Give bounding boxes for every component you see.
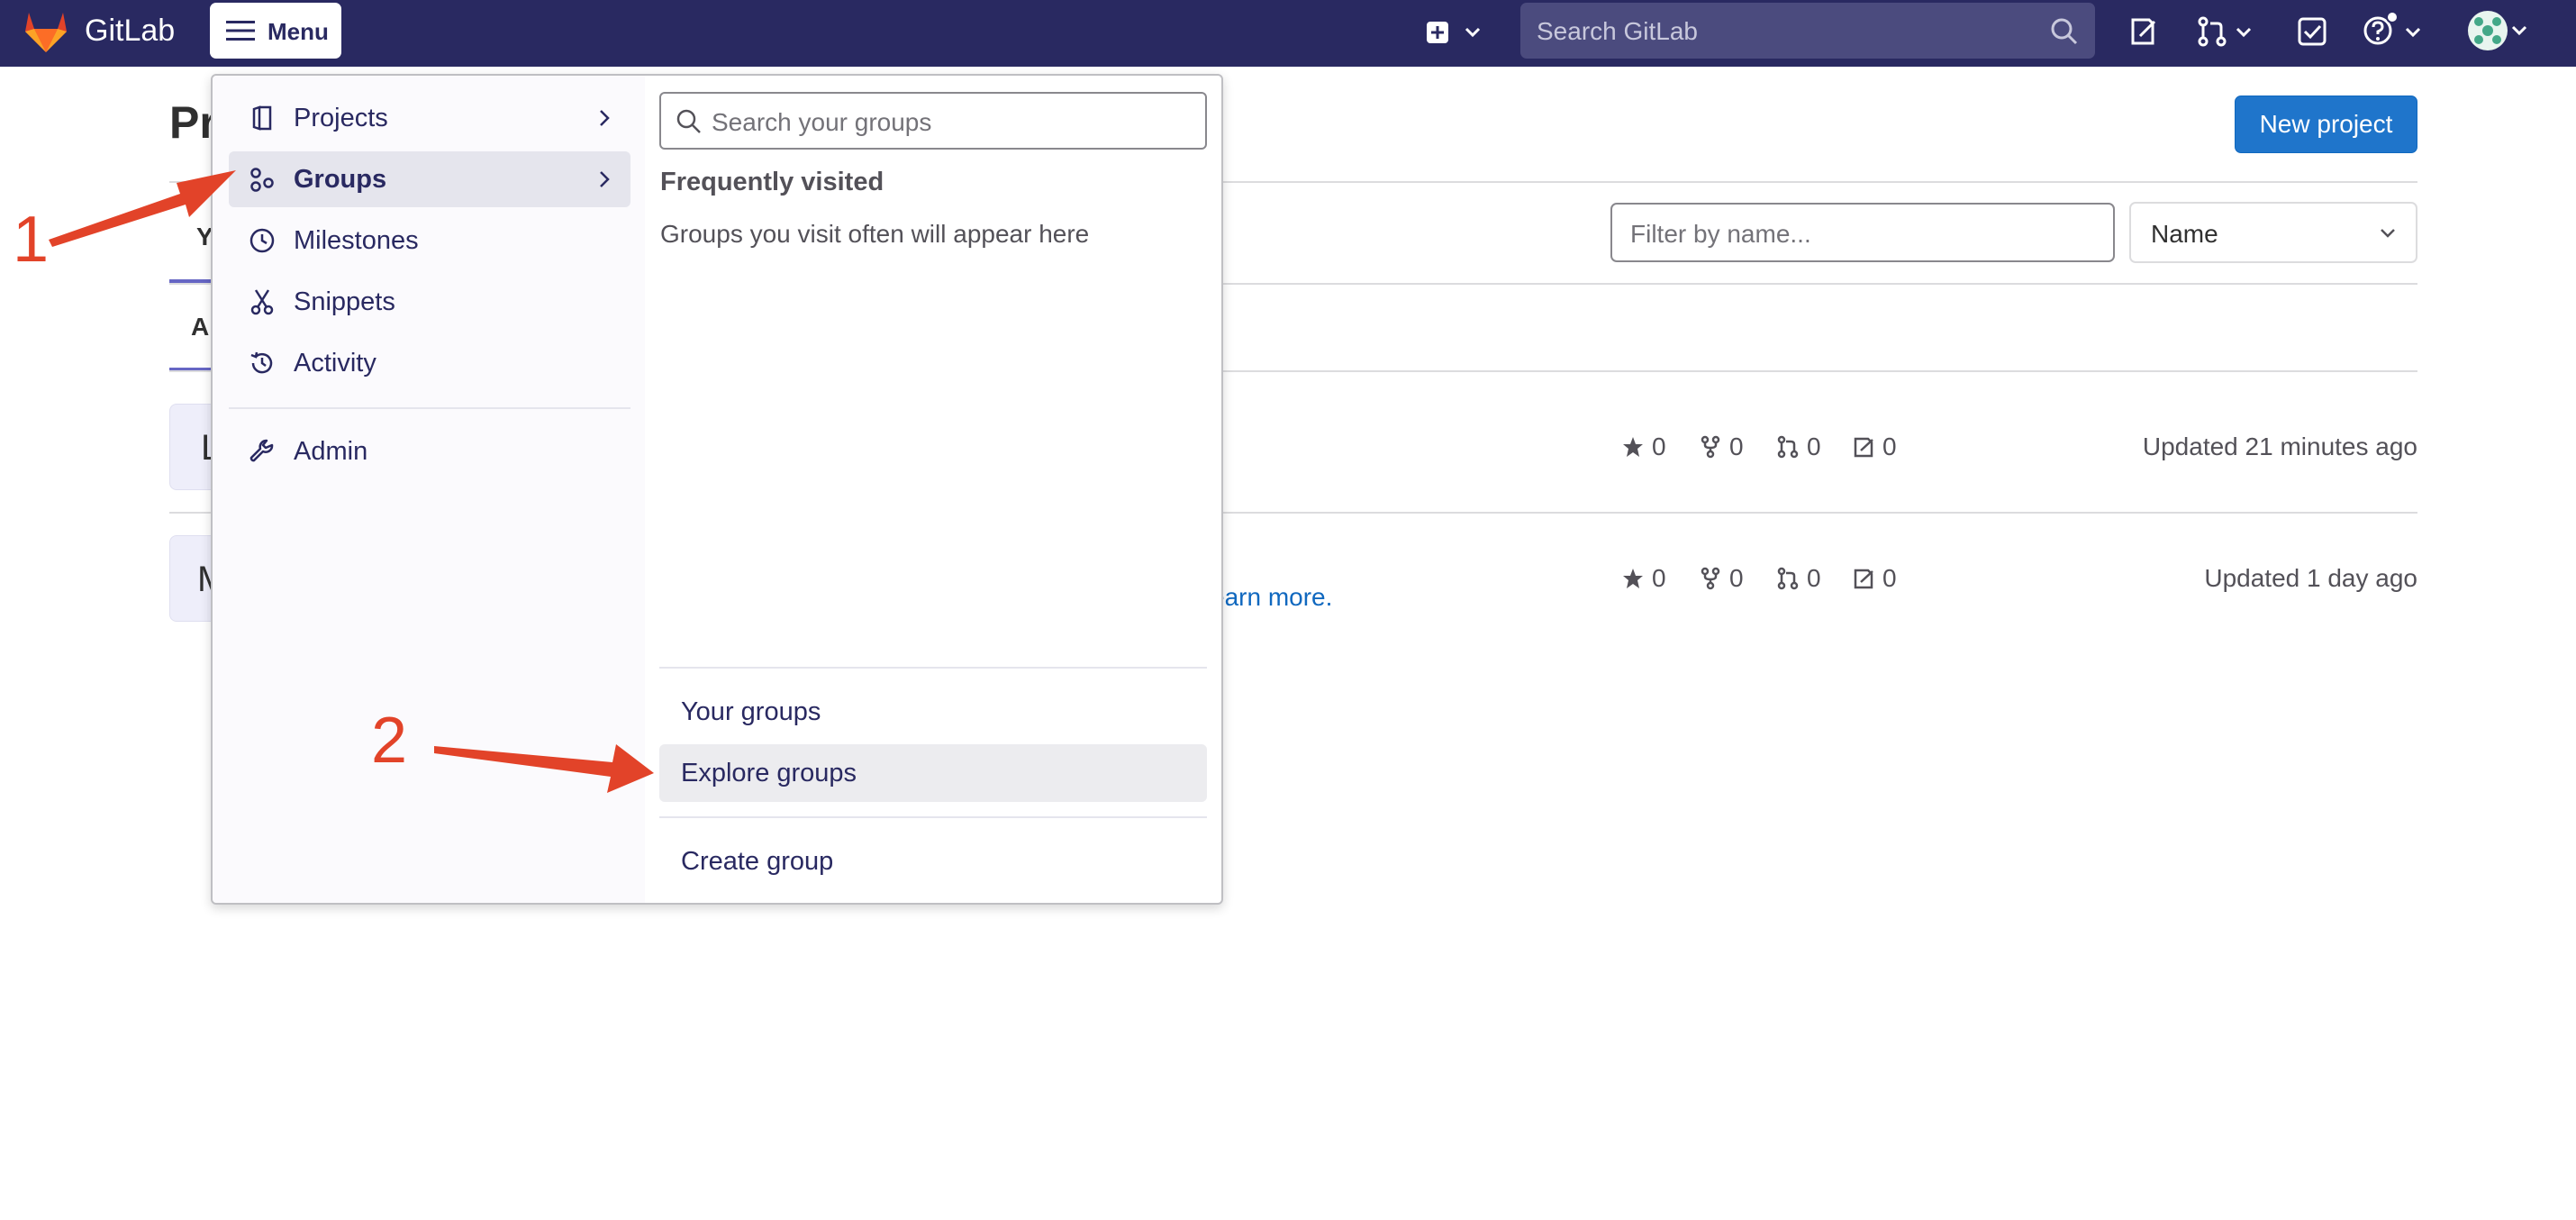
menu-dropdown: Projects Groups Milestones Snippets Acti… [211,74,1223,905]
explore-groups-link[interactable]: Explore groups [659,744,1207,802]
create-group-label: Create group [681,847,834,876]
wrench-icon [249,439,274,462]
fork-icon [1701,435,1720,459]
search-groups-placeholder: Search your groups [712,108,932,136]
menu-item-projects[interactable]: Projects [229,90,630,146]
menu-separator [659,816,1207,818]
menu-button[interactable]: Menu [210,3,341,59]
menu-item-milestones[interactable]: Milestones [229,213,630,269]
issues-icon[interactable] [2127,16,2158,47]
annotation-arrow-1 [49,170,236,247]
menu-item-label: Groups [294,165,387,194]
menu-separator [229,407,630,409]
menu-item-label: Activity [294,349,376,378]
search-icon [2051,18,2078,45]
stars-value: 0 [1652,564,1666,592]
hamburger-icon [226,21,255,41]
global-search-placeholder: Search GitLab [1537,17,1698,45]
frequently-visited-heading: Frequently visited [660,168,884,196]
sort-value: Name [2151,220,2218,248]
updated-timestamp: Updated 1 day ago [2204,564,2417,592]
help-icon[interactable] [2362,11,2425,47]
brand-name[interactable]: GitLab [85,13,175,49]
forks-count[interactable]: 0 [1699,560,1744,596]
scissors-icon [250,289,274,315]
stars-count[interactable]: 0 [1621,429,1666,465]
menu-item-snippets[interactable]: Snippets [229,274,630,330]
menu-item-label: Projects [294,104,388,132]
user-avatar-icon[interactable] [2466,9,2529,52]
create-group-link[interactable]: Create group [659,833,1207,890]
group-icon [250,168,274,192]
menu-item-label: Snippets [294,287,395,316]
tab-all[interactable]: Al [191,314,213,341]
history-icon [250,351,273,374]
annotation-step-1: 1 [13,204,50,276]
todo-icon[interactable] [2297,16,2327,47]
star-icon [1623,569,1643,588]
page-title: Pr [169,97,214,148]
chevron-right-icon [600,171,610,187]
project-icon [252,105,272,131]
search-icon [676,109,701,133]
your-groups-link[interactable]: Your groups [659,683,1207,741]
updated-timestamp: Updated 21 minutes ago [2142,432,2417,460]
learn-more-link[interactable]: earn more. [1211,584,1332,611]
forks-count[interactable]: 0 [1699,429,1744,465]
annotation-arrow-2 [434,744,654,793]
gitlab-logo-icon[interactable] [22,7,70,56]
new-project-button[interactable]: New project [2235,96,2417,153]
explore-groups-label: Explore groups [681,759,857,788]
merge-requests-icon[interactable] [2198,16,2255,47]
your-groups-label: Your groups [681,697,821,726]
forks-value: 0 [1729,432,1744,460]
menu-button-label: Menu [268,18,329,45]
menu-item-label: Milestones [294,226,419,255]
filter-by-name-input[interactable]: Filter by name... [1610,203,2115,262]
fork-icon [1701,567,1720,590]
annotation-step-2: 2 [371,705,408,777]
menu-item-activity[interactable]: Activity [229,335,630,391]
menu-item-groups[interactable]: Groups [229,151,630,207]
menu-separator [659,667,1207,669]
menu-item-label: Admin [294,437,368,466]
chevron-right-icon [600,110,610,126]
stars-value: 0 [1652,432,1666,460]
chevron-down-icon [2381,229,2395,238]
star-icon [1623,437,1643,457]
search-groups-input[interactable]: Search your groups [659,92,1207,150]
sort-select[interactable]: Name [2129,202,2417,263]
frequently-visited-empty-text: Groups you visit often will appear here [660,220,1090,248]
stars-count[interactable]: 0 [1621,560,1666,596]
clock-icon [249,228,275,253]
new-dropdown-icon[interactable] [1425,16,1486,49]
menu-item-admin[interactable]: Admin [229,423,630,479]
filter-placeholder: Filter by name... [1630,220,1811,248]
top-navbar: GitLab Menu Search GitLab [0,0,2576,67]
forks-value: 0 [1729,564,1744,592]
global-search-input[interactable]: Search GitLab [1520,3,2095,59]
